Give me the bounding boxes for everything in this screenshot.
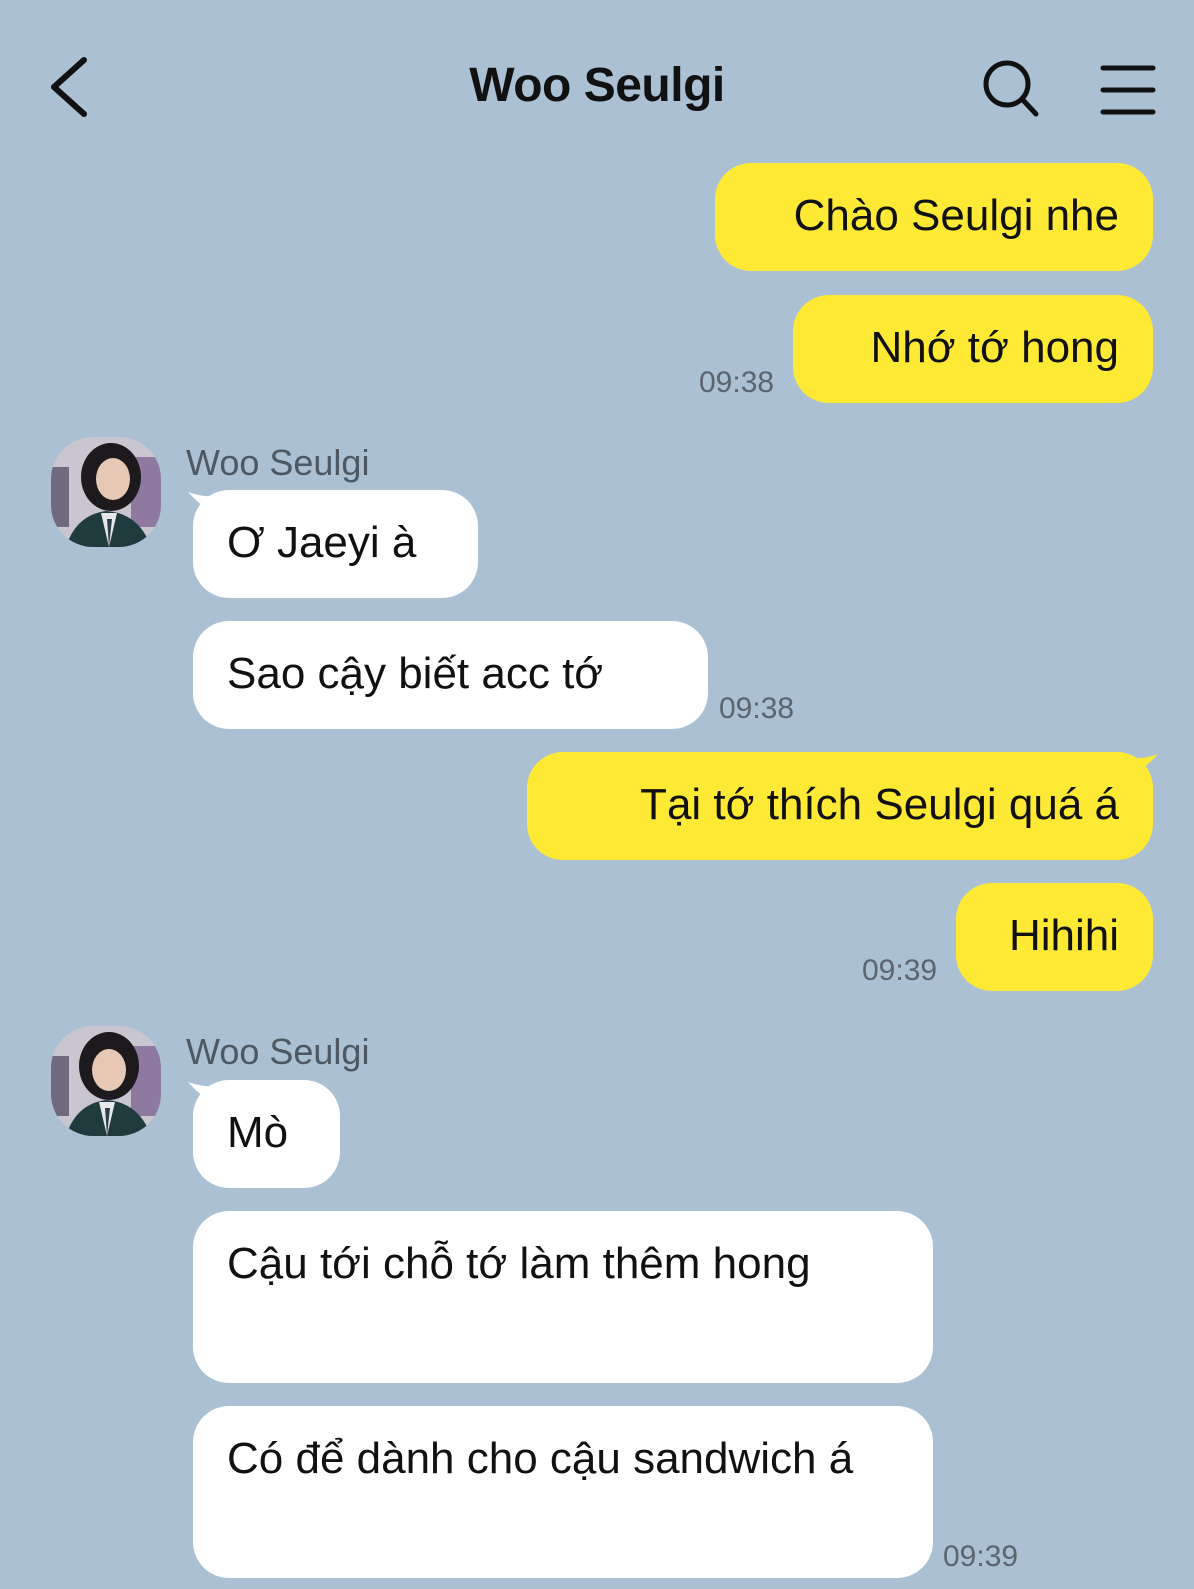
avatar-image (51, 1026, 161, 1136)
sender-name: Woo Seulgi (186, 442, 370, 483)
message-bubble-sent[interactable]: Hihihi (956, 883, 1153, 991)
message-bubble-received[interactable]: Cậu tới chỗ tớ làm thêm hong (193, 1211, 933, 1383)
message-bubble-received[interactable]: Ơ Jaeyi à (193, 490, 478, 598)
message-bubble-sent[interactable]: Nhớ tớ hong (793, 295, 1153, 403)
search-button[interactable] (980, 56, 1044, 120)
sender-name: Woo Seulgi (186, 1031, 370, 1072)
menu-button[interactable] (1100, 62, 1156, 118)
message-time: 09:39 (862, 954, 938, 987)
message-bubble-received[interactable]: Mò (193, 1080, 340, 1188)
avatar[interactable] (51, 437, 161, 547)
message-bubble-received[interactable]: Sao cậy biết acc tớ (193, 621, 708, 729)
message-time: 09:38 (699, 366, 775, 399)
menu-icon (1100, 65, 1156, 115)
message-time: 09:39 (943, 1540, 1019, 1573)
message-bubble-sent[interactable]: Chào Seulgi nhe (715, 163, 1153, 271)
search-icon (983, 60, 1039, 117)
avatar[interactable] (51, 1026, 161, 1136)
avatar-image (51, 437, 161, 547)
message-bubble-received[interactable]: Có để dành cho cậu sandwich á (193, 1406, 933, 1578)
message-bubble-sent[interactable]: Tại tớ thích Seulgi quá á (527, 752, 1153, 860)
message-time: 09:38 (719, 692, 795, 725)
